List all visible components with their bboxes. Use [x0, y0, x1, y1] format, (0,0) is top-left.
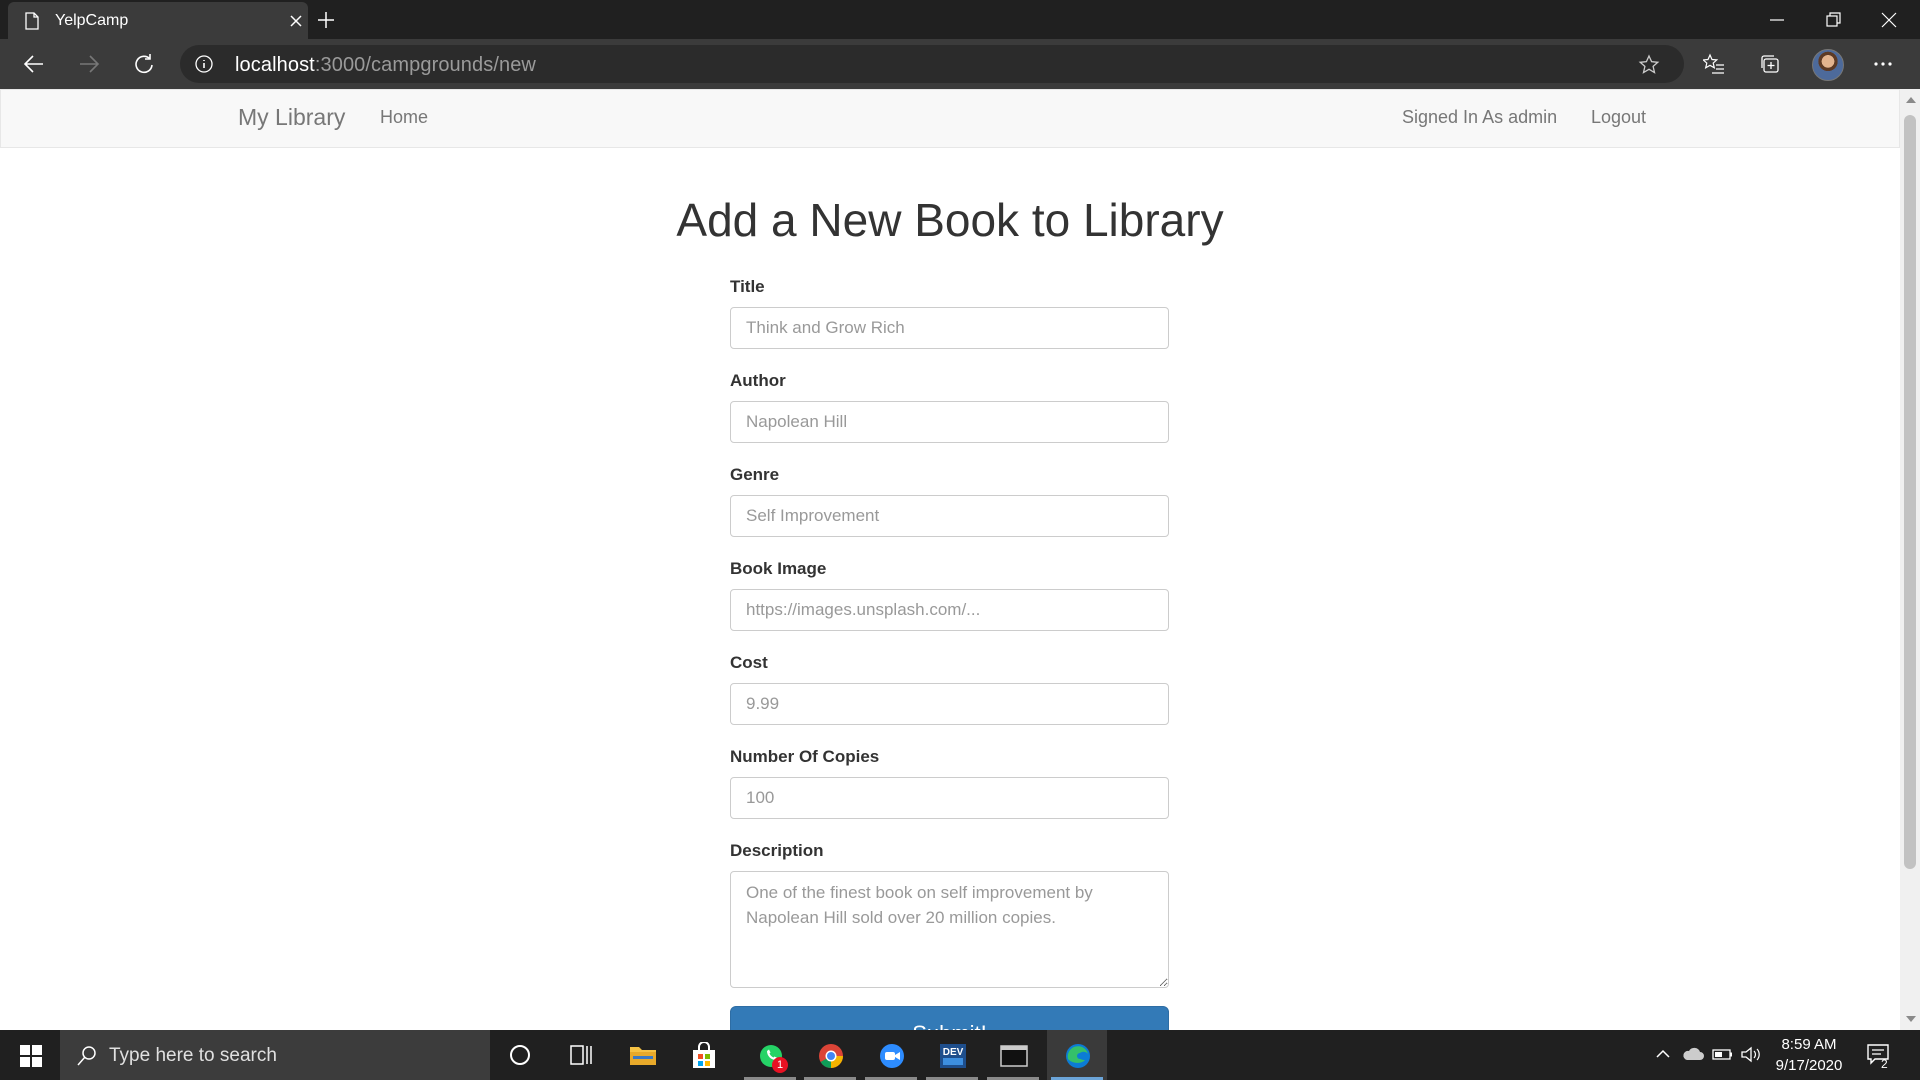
edge-icon — [1066, 1044, 1090, 1068]
chrome-button[interactable] — [800, 1030, 860, 1080]
address-bar-row: localhost:3000/campgrounds/new — [0, 39, 1920, 89]
close-tab-icon[interactable] — [286, 11, 306, 31]
forward-arrow-icon — [80, 55, 100, 73]
terminal-button[interactable] — [983, 1030, 1043, 1080]
collections-icon — [1761, 55, 1779, 73]
new-tab-icon[interactable] — [315, 9, 337, 31]
refresh-icon — [135, 54, 153, 74]
volume-icon[interactable] — [1740, 1044, 1762, 1064]
genre-label: Genre — [730, 465, 780, 484]
folder-icon — [630, 1047, 656, 1065]
onedrive-cloud-icon[interactable] — [1682, 1044, 1706, 1064]
back-button[interactable] — [16, 48, 52, 80]
notifications-icon[interactable] — [1866, 1042, 1892, 1068]
store-bag-icon — [693, 1042, 715, 1068]
notification-count: 2 — [1881, 1057, 1888, 1071]
settings-menu-button[interactable] — [1866, 48, 1900, 80]
book-image-label: Book Image — [730, 559, 827, 578]
start-button[interactable] — [0, 1030, 60, 1080]
restore-icon — [1826, 12, 1841, 27]
taskbar-clock[interactable]: 8:59 AM 9/17/2020 — [1770, 1034, 1848, 1076]
edge-button[interactable] — [1047, 1030, 1107, 1080]
description-label: Description — [730, 841, 824, 860]
cost-input[interactable] — [730, 683, 1169, 725]
new-book-form: Title Author Genre Book Image Cost Numbe… — [730, 277, 1169, 1030]
whatsapp-button[interactable]: 1 — [740, 1030, 800, 1080]
battery-icon[interactable] — [1712, 1044, 1734, 1064]
book-image-input[interactable] — [730, 589, 1169, 631]
svg-text:DEV: DEV — [943, 1047, 964, 1058]
browser-tab-strip: YelpCamp — [0, 0, 1920, 39]
more-dots-icon — [1874, 62, 1892, 66]
dev-cpp-button[interactable]: DEV — [922, 1030, 982, 1080]
close-window-button[interactable] — [1861, 0, 1917, 39]
copies-label: Number Of Copies — [730, 747, 880, 766]
page-icon — [25, 12, 39, 30]
url-text: localhost:3000/campgrounds/new — [235, 54, 536, 77]
logout-link[interactable]: Logout — [1591, 107, 1646, 128]
cortana-circle-icon — [510, 1045, 530, 1065]
microsoft-store-button[interactable] — [673, 1030, 733, 1080]
search-icon — [77, 1046, 96, 1066]
zoom-button[interactable] — [861, 1030, 921, 1080]
back-arrow-icon — [23, 55, 43, 73]
nav-home-link[interactable]: Home — [380, 107, 428, 128]
page-title: Add a New Book to Library — [676, 194, 1224, 246]
cortana-button[interactable] — [490, 1030, 550, 1080]
profile-avatar[interactable] — [1812, 49, 1844, 81]
scroll-up-arrow-icon[interactable] — [1906, 97, 1916, 103]
terminal-icon — [1000, 1045, 1028, 1067]
title-label: Title — [730, 277, 765, 296]
forward-button[interactable] — [71, 48, 107, 80]
whatsapp-unread-badge: 1 — [772, 1057, 788, 1073]
windows-logo-icon — [20, 1045, 42, 1067]
url-field[interactable]: localhost:3000/campgrounds/new — [180, 45, 1684, 83]
dev-cpp-icon: DEV — [940, 1044, 966, 1068]
scroll-down-arrow-icon[interactable] — [1906, 1016, 1916, 1022]
file-explorer-button[interactable] — [612, 1030, 672, 1080]
page-viewport: My Library Home Signed In As admin Logou… — [0, 89, 1900, 1030]
cost-label: Cost — [730, 653, 768, 672]
minimize-button[interactable] — [1749, 0, 1805, 39]
url-path: :3000/campgrounds/new — [314, 54, 536, 76]
zoom-camera-icon — [880, 1044, 904, 1068]
close-icon — [1881, 12, 1897, 28]
submit-button[interactable]: Submit! — [730, 1006, 1169, 1030]
url-host: localhost — [235, 54, 315, 76]
site-navbar: My Library Home Signed In As admin Logou… — [0, 89, 1900, 148]
refresh-button[interactable] — [126, 48, 162, 80]
minimize-icon — [1770, 19, 1784, 21]
favorites-list-icon — [1703, 53, 1724, 74]
show-hidden-icons-chevron-icon[interactable] — [1654, 1044, 1672, 1064]
author-input[interactable] — [730, 401, 1169, 443]
task-view-button[interactable] — [551, 1030, 611, 1080]
restore-button[interactable] — [1805, 0, 1861, 39]
favorites-button[interactable] — [1697, 48, 1731, 80]
favorite-star-icon[interactable] — [1638, 54, 1660, 76]
copies-input[interactable] — [730, 777, 1169, 819]
scrollbar-thumb[interactable] — [1904, 115, 1916, 869]
brand-link[interactable]: My Library — [238, 104, 345, 131]
task-view-icon — [570, 1045, 592, 1065]
description-textarea[interactable] — [730, 871, 1169, 988]
search-placeholder: Type here to search — [109, 1045, 277, 1066]
author-label: Author — [730, 371, 786, 390]
site-info-icon[interactable] — [195, 55, 213, 73]
browser-tab[interactable]: YelpCamp — [8, 2, 308, 39]
clock-date: 9/17/2020 — [1775, 1057, 1843, 1074]
windows-taskbar: Type here to search 1 DEV 8:59 AM 9/17/2… — [0, 1030, 1920, 1080]
genre-input[interactable] — [730, 495, 1169, 537]
signed-in-status[interactable]: Signed In As admin — [1402, 107, 1557, 128]
page-scrollbar[interactable] — [1900, 89, 1920, 1030]
chrome-icon — [819, 1044, 843, 1068]
tab-title: YelpCamp — [55, 12, 129, 29]
clock-time: 8:59 AM — [1781, 1036, 1837, 1053]
taskbar-search[interactable]: Type here to search — [60, 1030, 490, 1080]
title-input[interactable] — [730, 307, 1169, 349]
collections-button[interactable] — [1753, 48, 1787, 80]
